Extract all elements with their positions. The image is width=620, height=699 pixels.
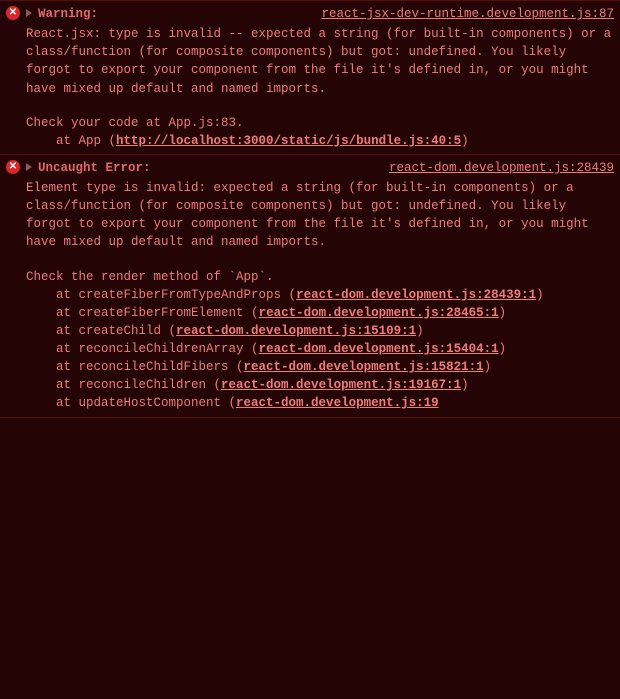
stack-location-link[interactable]: react-dom.development.js:19167:1	[221, 378, 461, 392]
stack-location-link[interactable]: http://localhost:3000/static/js/bundle.j…	[116, 134, 461, 148]
stack-location-link[interactable]: react-dom.development.js:28465:1	[259, 306, 499, 320]
stack-suffix: )	[461, 378, 469, 392]
console-error-entry: ✕ Uncaught Error: react-dom.development.…	[0, 155, 620, 418]
stack-suffix: )	[484, 360, 492, 374]
disclose-triangle-icon[interactable]	[26, 9, 32, 17]
disclose-triangle-icon[interactable]	[26, 163, 32, 171]
stack-suffix: )	[499, 342, 507, 356]
stack-prefix: at reconcileChildrenArray (	[26, 342, 259, 356]
stack-location-link[interactable]: react-dom.development.js:15821:1	[244, 360, 484, 374]
stack-location-link[interactable]: react-dom.development.js:28439:1	[296, 288, 536, 302]
error-icon: ✕	[6, 160, 20, 174]
stack-location-link[interactable]: react-dom.development.js:15109:1	[176, 324, 416, 338]
stack-prefix: at createChild (	[26, 324, 176, 338]
stack-suffix: )	[416, 324, 424, 338]
message-text-2: Check your code at App.js:83.	[26, 114, 614, 132]
stack-prefix: at createFiberFromElement (	[26, 306, 259, 320]
error-icon: ✕	[6, 6, 20, 20]
stack-suffix: )	[461, 134, 469, 148]
stack-line: at App (http://localhost:3000/static/js/…	[26, 132, 614, 150]
source-link[interactable]: react-dom.development.js:28439	[389, 159, 614, 177]
stack-location-link[interactable]: react-dom.development.js:19	[236, 396, 439, 410]
stack-location-link[interactable]: react-dom.development.js:15404:1	[259, 342, 499, 356]
stack-line: at reconcileChildFibers (react-dom.devel…	[26, 358, 614, 376]
message-text-2: Check the render method of `App`.	[26, 268, 614, 286]
message-text: React.jsx: type is invalid -- expected a…	[26, 25, 614, 98]
stack-prefix: at reconcileChildren (	[26, 378, 221, 392]
stack-prefix: at reconcileChildFibers (	[26, 360, 244, 374]
stack-line: at reconcileChildren (react-dom.developm…	[26, 376, 614, 394]
console-warning-entry: ✕ Warning: react-jsx-dev-runtime.develop…	[0, 0, 620, 155]
stack-line: at createFiberFromTypeAndProps (react-do…	[26, 286, 614, 304]
stack-suffix: )	[499, 306, 507, 320]
entry-header: Warning: react-jsx-dev-runtime.developme…	[26, 5, 614, 23]
stack-prefix: at createFiberFromTypeAndProps (	[26, 288, 296, 302]
entry-label: Uncaught Error:	[38, 159, 151, 177]
entry-label: Warning:	[38, 5, 98, 23]
stack-line: at createFiberFromElement (react-dom.dev…	[26, 304, 614, 322]
source-link[interactable]: react-jsx-dev-runtime.development.js:87	[321, 5, 614, 23]
entry-header: Uncaught Error: react-dom.development.js…	[26, 159, 614, 177]
stack-suffix: )	[536, 288, 544, 302]
stack-prefix: at updateHostComponent (	[26, 396, 236, 410]
message-text: Element type is invalid: expected a stri…	[26, 179, 614, 252]
stack-prefix: at App (	[26, 134, 116, 148]
stack-line: at updateHostComponent (react-dom.develo…	[26, 394, 614, 412]
stack-line: at createChild (react-dom.development.js…	[26, 322, 614, 340]
stack-line: at reconcileChildrenArray (react-dom.dev…	[26, 340, 614, 358]
